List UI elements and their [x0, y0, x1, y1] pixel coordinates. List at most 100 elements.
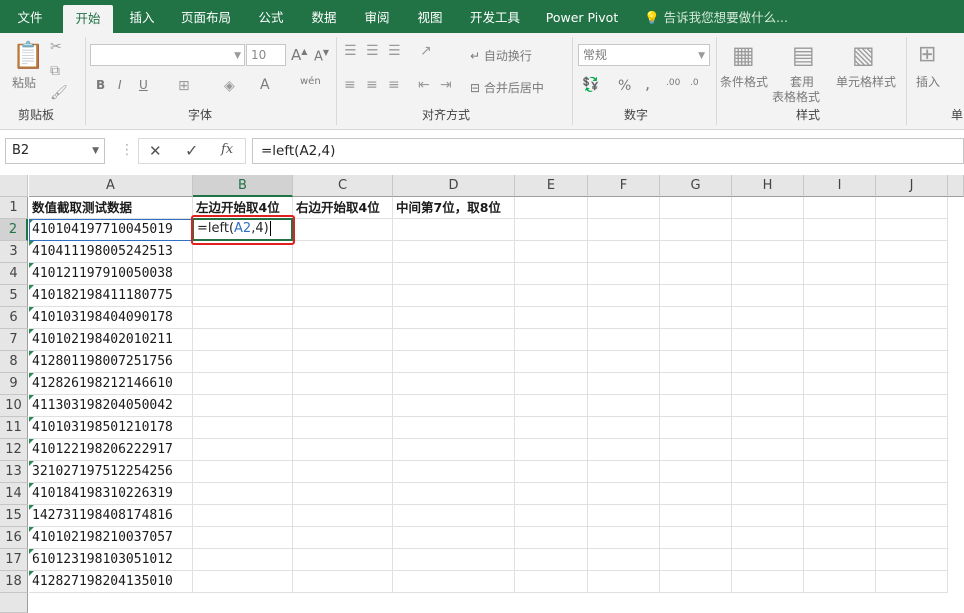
cell-j2[interactable]: [876, 219, 948, 241]
cell-h5[interactable]: [732, 285, 804, 307]
fill-color-icon[interactable]: ◈: [224, 78, 235, 94]
cell-c16[interactable]: [293, 527, 393, 549]
chevron-down-icon[interactable]: ▼: [92, 139, 99, 163]
cell-d12[interactable]: [393, 439, 515, 461]
cell-j12[interactable]: [876, 439, 948, 461]
font-size-select[interactable]: 10: [246, 44, 286, 66]
cell-g18[interactable]: [660, 571, 732, 593]
cell-c9[interactable]: [293, 373, 393, 395]
row-header-12[interactable]: 12: [0, 439, 28, 461]
cell-e8[interactable]: [515, 351, 588, 373]
cell-h6[interactable]: [732, 307, 804, 329]
cell-c17[interactable]: [293, 549, 393, 571]
cell-d5[interactable]: [393, 285, 515, 307]
align-right-icon[interactable]: ≡: [388, 77, 400, 93]
data-cell-a16[interactable]: 410102198210037057: [29, 527, 193, 549]
cell-f17[interactable]: [588, 549, 660, 571]
cell-e1[interactable]: [515, 197, 588, 219]
cell-f16[interactable]: [588, 527, 660, 549]
column-header-c[interactable]: C: [293, 175, 393, 197]
column-header-f[interactable]: F: [588, 175, 660, 197]
cell-i14[interactable]: [804, 483, 876, 505]
cell-j17[interactable]: [876, 549, 948, 571]
cell-i8[interactable]: [804, 351, 876, 373]
cut-icon[interactable]: ✂: [50, 39, 62, 55]
cell-d13[interactable]: [393, 461, 515, 483]
cell-g16[interactable]: [660, 527, 732, 549]
bold-button[interactable]: B: [96, 78, 105, 92]
cell-f15[interactable]: [588, 505, 660, 527]
cell-f4[interactable]: [588, 263, 660, 285]
cell-c11[interactable]: [293, 417, 393, 439]
cell-d18[interactable]: [393, 571, 515, 593]
row-header-17[interactable]: 17: [0, 549, 28, 571]
cell-d9[interactable]: [393, 373, 515, 395]
cell-d7[interactable]: [393, 329, 515, 351]
cell-e6[interactable]: [515, 307, 588, 329]
data-cell-a11[interactable]: 410103198501210178: [29, 417, 193, 439]
underline-button[interactable]: U: [139, 78, 148, 92]
cell-j15[interactable]: [876, 505, 948, 527]
format-painter-icon[interactable]: 🖌: [50, 85, 68, 101]
cell-c18[interactable]: [293, 571, 393, 593]
cell-styles-button[interactable]: 单元格样式: [836, 73, 896, 90]
column-header-h[interactable]: H: [732, 175, 804, 197]
cell-c3[interactable]: [293, 241, 393, 263]
cell-e13[interactable]: [515, 461, 588, 483]
tab-view[interactable]: 视图: [405, 0, 455, 33]
data-cell-a14[interactable]: 410184198310226319: [29, 483, 193, 505]
cell-b10[interactable]: [193, 395, 293, 417]
cell-j6[interactable]: [876, 307, 948, 329]
cell-e9[interactable]: [515, 373, 588, 395]
cell-f10[interactable]: [588, 395, 660, 417]
cell-h3[interactable]: [732, 241, 804, 263]
cell-i13[interactable]: [804, 461, 876, 483]
wrap-text-button[interactable]: ↵ 自动换行: [470, 47, 532, 64]
column-header-g[interactable]: G: [660, 175, 732, 197]
copy-icon[interactable]: ⧉: [50, 63, 60, 79]
cell-j9[interactable]: [876, 373, 948, 395]
cell-e2[interactable]: [515, 219, 588, 241]
cell-h15[interactable]: [732, 505, 804, 527]
cell-e12[interactable]: [515, 439, 588, 461]
cell-g2[interactable]: [660, 219, 732, 241]
cell-j18[interactable]: [876, 571, 948, 593]
cell-j3[interactable]: [876, 241, 948, 263]
worksheet-grid[interactable]: A B C D E F G H I J 1 2 3 4 5 6 7 8 9 10 11 12 13 14 15 16 17 18 数值截…: [0, 175, 964, 613]
cell-j7[interactable]: [876, 329, 948, 351]
data-cell-a3[interactable]: 410411198005242513: [29, 241, 193, 263]
borders-icon[interactable]: ⊞: [178, 78, 190, 94]
paste-icon[interactable]: 📋: [12, 41, 44, 71]
cell-f6[interactable]: [588, 307, 660, 329]
cell-c4[interactable]: [293, 263, 393, 285]
row-header-8[interactable]: 8: [0, 351, 28, 373]
cell-d10[interactable]: [393, 395, 515, 417]
tab-developer[interactable]: 开发工具: [461, 0, 529, 33]
cell-i16[interactable]: [804, 527, 876, 549]
cell-b9[interactable]: [193, 373, 293, 395]
cell-i7[interactable]: [804, 329, 876, 351]
cell-f13[interactable]: [588, 461, 660, 483]
cell-b6[interactable]: [193, 307, 293, 329]
percent-button[interactable]: %: [618, 78, 631, 94]
cell-c13[interactable]: [293, 461, 393, 483]
cell-i2[interactable]: [804, 219, 876, 241]
merge-center-button[interactable]: ⊟ 合并后居中: [470, 79, 544, 96]
align-middle-icon[interactable]: ☰: [366, 43, 379, 59]
cell-b18[interactable]: [193, 571, 293, 593]
cell-h16[interactable]: [732, 527, 804, 549]
row-header-16[interactable]: 16: [0, 527, 28, 549]
cell-j11[interactable]: [876, 417, 948, 439]
cell-b17[interactable]: [193, 549, 293, 571]
cell-e3[interactable]: [515, 241, 588, 263]
align-left-icon[interactable]: ≡: [344, 77, 356, 93]
cell-b5[interactable]: [193, 285, 293, 307]
data-cell-a18[interactable]: 412827198204135010: [29, 571, 193, 593]
data-cell-a5[interactable]: 410182198411180775: [29, 285, 193, 307]
row-header-6[interactable]: 6: [0, 307, 28, 329]
formula-input[interactable]: =left(A2,4): [252, 138, 964, 164]
tell-me-search[interactable]: 💡 告诉我您想要做什么...: [644, 0, 788, 33]
cell-j5[interactable]: [876, 285, 948, 307]
font-name-select[interactable]: ▼: [90, 44, 245, 66]
cell-b8[interactable]: [193, 351, 293, 373]
